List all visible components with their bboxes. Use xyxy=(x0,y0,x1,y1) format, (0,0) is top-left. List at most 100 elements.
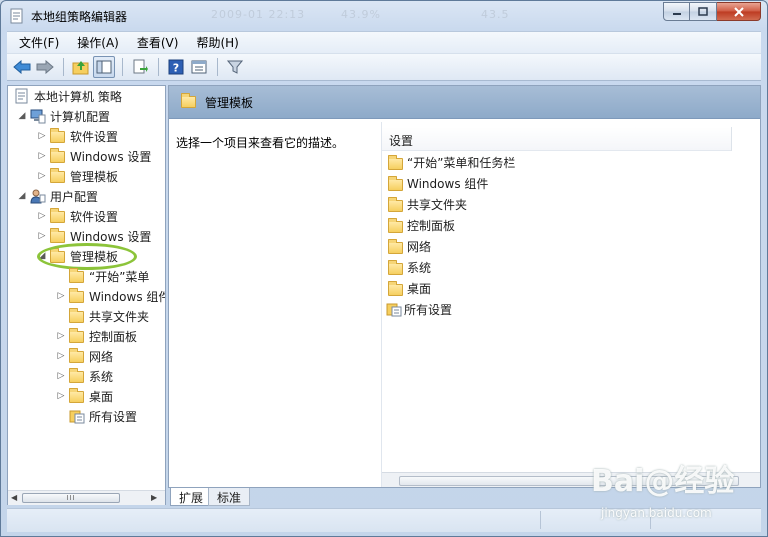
list-item[interactable]: 共享文件夹 xyxy=(386,195,467,213)
tree-label: 用户配置 xyxy=(50,189,99,204)
tree-node-admin-templates[interactable]: ▷ 管理模板 xyxy=(36,167,118,185)
title-bar[interactable]: 本地组策略编辑器 2009-01 22:13 43.9% 43.5 xyxy=(1,1,767,31)
folder-icon xyxy=(388,175,403,191)
folder-icon xyxy=(388,217,403,233)
folder-icon xyxy=(50,128,65,143)
list-item[interactable]: 桌面 xyxy=(386,279,431,297)
toolbar: ? xyxy=(7,53,761,81)
tree-label: Windows 设置 xyxy=(70,149,152,164)
details-pane: 管理模板 选择一个项目来查看它的描述。 设置 “开始”菜单和任务栏 Window… xyxy=(168,85,761,488)
tree-node-control-panel[interactable]: ▷ 控制面板 xyxy=(55,327,137,345)
filter-button[interactable] xyxy=(224,56,246,78)
tree-node-user-config[interactable]: ◢ 用户配置 xyxy=(16,187,98,205)
settings-list[interactable]: 设置 “开始”菜单和任务栏 Windows 组件 共享文件夹 控制面板 网络 系… xyxy=(381,122,760,487)
column-divider[interactable] xyxy=(731,127,732,151)
folder-icon xyxy=(388,280,403,296)
menu-view[interactable]: 查看(V) xyxy=(125,34,185,51)
properties-pane-button[interactable] xyxy=(188,56,210,78)
minimize-button[interactable] xyxy=(663,2,690,21)
list-item[interactable]: “开始”菜单和任务栏 xyxy=(386,153,515,171)
collapse-arrow-icon[interactable]: ◢ xyxy=(16,110,28,122)
tree-horizontal-scrollbar[interactable]: ◀ III ▶ xyxy=(8,490,165,505)
tree-node-computer-config[interactable]: ◢ 计算机配置 xyxy=(16,107,110,125)
list-item-label: 系统 xyxy=(407,260,432,275)
folder-icon xyxy=(388,196,403,212)
window-title: 本地组策略编辑器 xyxy=(31,10,128,24)
up-one-level-button[interactable] xyxy=(70,56,92,78)
baidu-watermark: Bai@经验 xyxy=(591,464,735,499)
tab-extended[interactable]: 扩展 xyxy=(170,488,213,506)
list-item-label: 网络 xyxy=(407,239,432,254)
tree-label: 系统 xyxy=(89,369,114,384)
list-item-label: “开始”菜单和任务栏 xyxy=(407,155,516,170)
tab-standard[interactable]: 标准 xyxy=(208,488,251,506)
expand-arrow-icon[interactable]: ▷ xyxy=(36,210,48,222)
tree-label: 计算机配置 xyxy=(50,109,111,124)
toolbar-separator xyxy=(217,58,218,76)
folder-icon xyxy=(69,328,84,343)
list-item[interactable]: 控制面板 xyxy=(386,216,455,234)
expand-arrow-icon[interactable]: ▷ xyxy=(36,130,48,142)
expand-arrow-icon[interactable]: ▷ xyxy=(36,170,48,182)
up-folder-icon xyxy=(72,61,89,75)
show-hide-tree-button[interactable] xyxy=(93,56,115,78)
tree-node-user-software-settings[interactable]: ▷ 软件设置 xyxy=(36,207,118,225)
expand-arrow-icon[interactable]: ▷ xyxy=(55,350,67,362)
folder-icon xyxy=(69,288,84,303)
tree-node-windows-settings[interactable]: ▷ Windows 设置 xyxy=(36,147,151,165)
ghost-text: 2009-01 22:13 xyxy=(211,8,306,21)
scroll-right-icon[interactable]: ▶ xyxy=(151,493,157,502)
list-item[interactable]: 所有设置 xyxy=(386,300,452,318)
close-button[interactable] xyxy=(717,2,761,21)
menu-help[interactable]: 帮助(H) xyxy=(184,34,244,51)
export-list-button[interactable] xyxy=(129,56,151,78)
svg-text:?: ? xyxy=(173,62,179,75)
tree-pane[interactable]: 本地计算机 策略 ◢ 计算机配置 ▷ 软件设置 ▷ Windows 设置 ▷ 管… xyxy=(7,85,166,505)
expand-arrow-icon[interactable]: ▷ xyxy=(36,150,48,162)
toolbar-separator xyxy=(122,58,123,76)
back-button[interactable] xyxy=(11,56,33,78)
tree-node-start-menu[interactable]: “开始”菜单 xyxy=(67,267,149,285)
computer-config-icon xyxy=(30,109,46,124)
list-item[interactable]: 系统 xyxy=(386,258,431,276)
selection-highlight-ring xyxy=(37,243,137,270)
tree-node-software-settings[interactable]: ▷ 软件设置 xyxy=(36,127,118,145)
details-title: 管理模板 xyxy=(205,96,254,110)
folder-icon xyxy=(388,154,403,170)
column-header-setting[interactable]: 设置 xyxy=(382,127,732,151)
ghost-text: 43.5 xyxy=(481,8,510,21)
scrollbar-grip: III xyxy=(66,494,76,502)
tree-node-network[interactable]: ▷ 网络 xyxy=(55,347,113,365)
baidu-watermark-url: jingyan.baidu.com xyxy=(601,506,712,520)
tree-node-shared-folders[interactable]: 共享文件夹 xyxy=(67,307,149,325)
collapse-arrow-icon[interactable]: ◢ xyxy=(16,190,28,202)
tree-label: 管理模板 xyxy=(70,169,119,184)
tree-node-system[interactable]: ▷ 系统 xyxy=(55,367,113,385)
tree-node-all-settings[interactable]: 所有设置 xyxy=(67,407,137,425)
expand-arrow-icon[interactable]: ▷ xyxy=(55,290,67,302)
menu-file[interactable]: 文件(F) xyxy=(7,34,65,51)
help-button[interactable]: ? xyxy=(165,56,187,78)
list-item[interactable]: 网络 xyxy=(386,237,431,255)
expand-arrow-icon[interactable]: ▷ xyxy=(55,330,67,342)
tree-node-windows-components[interactable]: ▷ Windows 组件 xyxy=(55,287,166,305)
expand-arrow-icon[interactable]: ▷ xyxy=(55,390,67,402)
expand-arrow-icon[interactable]: ▷ xyxy=(36,230,48,242)
scroll-left-icon[interactable]: ◀ xyxy=(11,493,17,502)
tree-label: 共享文件夹 xyxy=(89,309,150,324)
tab-label: 标准 xyxy=(217,491,242,505)
menu-action[interactable]: 操作(A) xyxy=(65,34,125,51)
policy-editor-icon xyxy=(10,8,23,24)
expand-arrow-icon[interactable]: ▷ xyxy=(55,370,67,382)
maximize-button[interactable] xyxy=(690,2,717,21)
forward-button[interactable] xyxy=(34,56,56,78)
folder-icon xyxy=(50,148,65,163)
details-header: 管理模板 xyxy=(169,86,760,119)
export-list-icon xyxy=(133,59,148,74)
tree-node-root[interactable]: 本地计算机 策略 xyxy=(12,87,122,105)
tree-label: Windows 组件 xyxy=(89,289,166,304)
list-item[interactable]: Windows 组件 xyxy=(386,174,488,192)
scrollbar-thumb[interactable]: III xyxy=(22,493,120,503)
tree-node-desktop[interactable]: ▷ 桌面 xyxy=(55,387,113,405)
back-arrow-icon xyxy=(13,60,31,74)
